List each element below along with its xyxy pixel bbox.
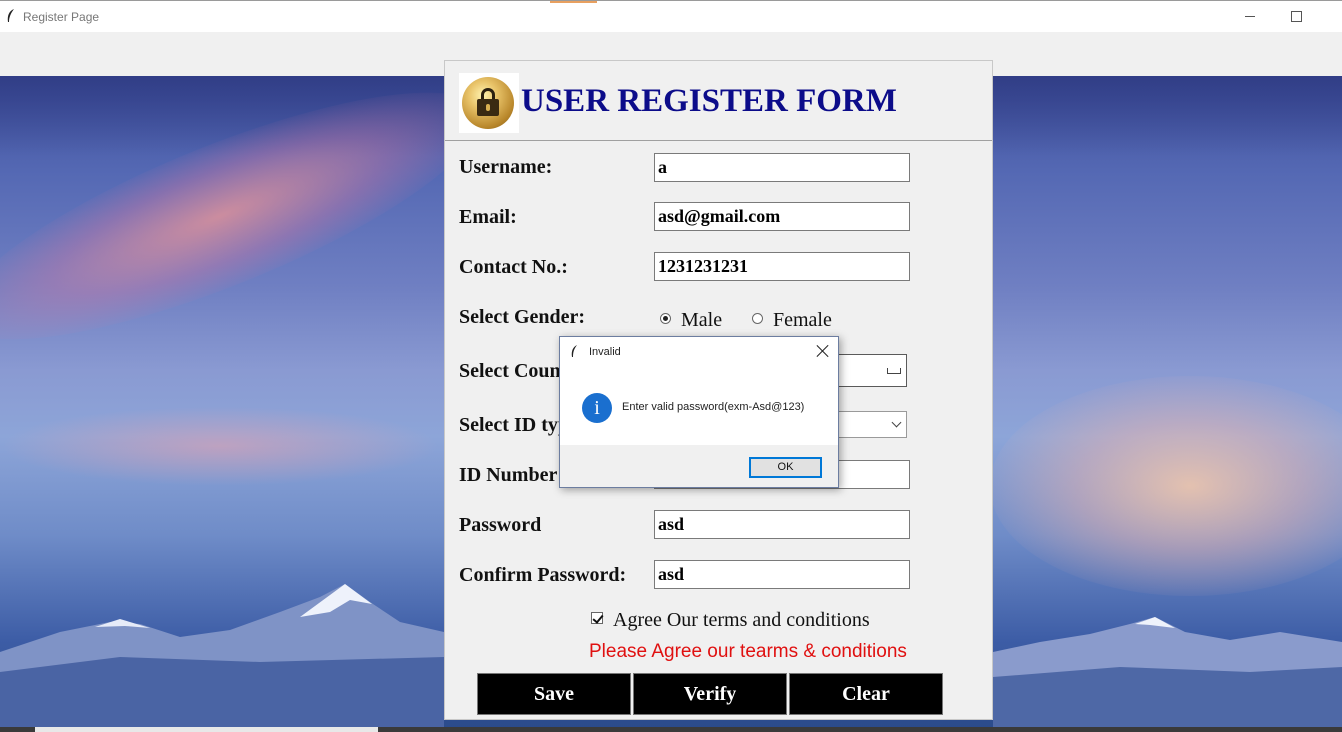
gender-male-label: Male (681, 309, 723, 331)
agree-label: Agree Our terms and conditions (613, 609, 870, 631)
username-label: Username: (459, 156, 553, 178)
app-feather-icon (7, 9, 14, 22)
checkbox-checked-icon (591, 612, 603, 624)
window-title: Register Page (23, 10, 100, 24)
maximize-button[interactable] (1273, 1, 1319, 33)
window-titlebar: Register Page (0, 0, 1342, 32)
form-title: USER REGISTER FORM (521, 83, 897, 119)
lock-icon (462, 77, 514, 129)
gender-male-radio[interactable]: Male (660, 309, 722, 332)
radio-selected-icon (660, 313, 671, 324)
password-label: Password (459, 514, 542, 536)
form-header: USER REGISTER FORM (445, 61, 992, 141)
title-accent (550, 1, 597, 3)
confirm-password-input[interactable]: asd (654, 560, 910, 589)
invalid-dialog: Invalid i Enter valid password(exm-Asd@1… (559, 336, 839, 488)
info-icon: i (582, 393, 612, 423)
gender-female-label: Female (773, 309, 832, 331)
close-window-button[interactable] (1319, 1, 1342, 33)
save-button[interactable]: Save (477, 673, 631, 715)
dialog-title: Invalid (589, 346, 621, 358)
lock-logo (459, 73, 519, 133)
terms-warning: Please Agree our tearms & conditions (589, 641, 907, 662)
dialog-close-icon[interactable] (816, 344, 830, 358)
verify-button[interactable]: Verify (633, 673, 787, 715)
username-input[interactable]: a (654, 153, 910, 182)
contact-input[interactable]: 1231231231 (654, 252, 910, 281)
clear-button[interactable]: Clear (789, 673, 943, 715)
email-label: Email: (459, 206, 517, 228)
email-input[interactable]: asd@gmail.com (654, 202, 910, 231)
gender-female-radio[interactable]: Female (752, 309, 832, 332)
menu-indicator-icon (887, 368, 901, 374)
id-number-label: ID Number: (459, 464, 564, 486)
dialog-message: Enter valid password(exm-Asd@123) (622, 401, 805, 413)
taskbar-strip (0, 727, 1342, 732)
gender-label: Select Gender: (459, 306, 586, 328)
contact-label: Contact No.: (459, 256, 568, 278)
dialog-feather-icon (571, 345, 577, 357)
radio-unselected-icon (752, 313, 763, 324)
chevron-down-icon (891, 417, 902, 428)
confirm-password-label: Confirm Password: (459, 564, 627, 586)
minimize-button[interactable] (1227, 1, 1273, 33)
agree-checkbox[interactable]: Agree Our terms and conditions (591, 609, 870, 632)
ok-button[interactable]: OK (749, 457, 822, 478)
password-input[interactable]: asd (654, 510, 910, 539)
dialog-footer: OK (560, 445, 838, 487)
